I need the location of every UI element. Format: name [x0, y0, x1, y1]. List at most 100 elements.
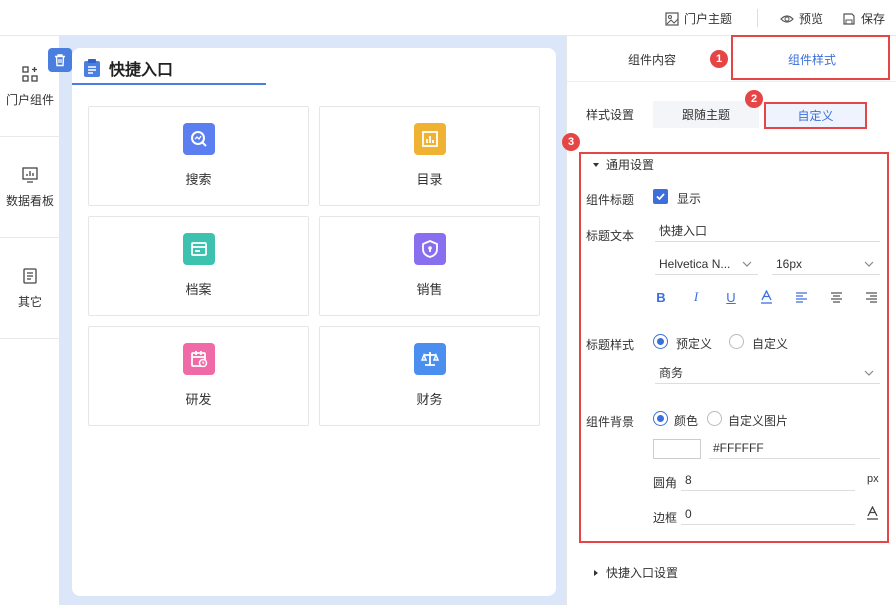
- predefined-label: 预定义: [676, 337, 713, 351]
- custom-style-option[interactable]: 自定义: [764, 102, 867, 129]
- design-canvas: 快捷入口 搜索 目录 档案 销售 研发 财务: [60, 36, 566, 605]
- show-label: 显示: [677, 192, 702, 206]
- underline-icon[interactable]: U: [723, 289, 739, 305]
- tab-label: 组件内容: [627, 52, 676, 67]
- delete-widget-button[interactable]: [48, 48, 72, 72]
- sidebar-item-label: 门户组件: [5, 93, 54, 107]
- font-family-select[interactable]: Helvetica N...: [655, 253, 758, 275]
- title-text-input[interactable]: 快捷入口: [655, 220, 880, 242]
- title-style-label: 标题样式: [586, 338, 635, 352]
- italic-icon[interactable]: I: [688, 289, 704, 305]
- chart-icon: [413, 123, 446, 155]
- style-setting-label: 样式设置: [586, 108, 635, 122]
- bold-icon[interactable]: B: [653, 289, 669, 305]
- widget-title: 快捷入口: [109, 62, 174, 79]
- search-icon: [182, 123, 215, 155]
- predefined-radio[interactable]: [653, 334, 668, 349]
- tile-label: 目录: [416, 172, 443, 187]
- trash-icon: [55, 54, 65, 67]
- annotation-badge-1: 1: [710, 50, 728, 68]
- chevron-down-icon: [864, 370, 874, 376]
- theme-icon: [665, 11, 679, 26]
- annotation-box-1: [731, 35, 890, 80]
- radius-label: 圆角: [653, 476, 678, 490]
- tile-sales[interactable]: 销售: [319, 216, 540, 316]
- eye-icon: [780, 14, 794, 23]
- sidebar-item-label: 数据看板: [5, 194, 54, 208]
- radius-input[interactable]: 8: [681, 469, 855, 491]
- color-hex-input[interactable]: #FFFFFF: [709, 437, 880, 459]
- properties-panel: 组件内容 组件样式 1 样式设置 跟随主题 自定义 2 3 通用设置 组件标题 …: [562, 35, 896, 605]
- radius-unit: px: [867, 473, 879, 485]
- chevron-down-icon: [864, 261, 874, 267]
- custom-label: 自定义: [797, 109, 834, 123]
- save-button[interactable]: 保存: [842, 10, 885, 27]
- components-icon: [22, 66, 38, 82]
- general-settings-header[interactable]: 通用设置: [592, 156, 654, 173]
- align-right-icon[interactable]: [863, 289, 879, 305]
- style-preset-value: 商务: [659, 366, 684, 380]
- font-color-icon[interactable]: [758, 289, 774, 305]
- bg-color-label: 颜色: [674, 414, 699, 428]
- widget-header: 快捷入口: [83, 56, 173, 80]
- font-family-value: Helvetica N...: [659, 256, 731, 271]
- tile-archive[interactable]: 档案: [88, 216, 309, 316]
- font-size-value: 16px: [776, 256, 803, 271]
- component-bg-label: 组件背景: [586, 415, 635, 429]
- bg-image-radio[interactable]: [707, 411, 722, 426]
- align-left-icon[interactable]: [793, 289, 809, 305]
- chevron-down-icon: [742, 261, 752, 267]
- left-sidebar: 门户组件 数据看板 其它: [0, 36, 60, 605]
- sidebar-item-other[interactable]: 其它: [0, 238, 60, 339]
- title-text-value: 快捷入口: [659, 224, 708, 238]
- font-size-select[interactable]: 16px: [772, 253, 880, 275]
- dashboard-icon: [22, 167, 38, 183]
- bg-image-label: 自定义图片: [728, 414, 789, 428]
- border-label: 边框: [653, 511, 678, 525]
- title-text-label: 标题文本: [586, 229, 635, 243]
- toolbar-divider: [757, 9, 758, 27]
- card-icon: [182, 233, 215, 265]
- tab-component-content[interactable]: 组件内容: [577, 36, 727, 82]
- tile-rnd[interactable]: 研发: [88, 326, 309, 426]
- tile-label: 研发: [185, 392, 212, 407]
- component-title-label: 组件标题: [586, 193, 635, 207]
- border-value: 0: [685, 506, 692, 521]
- radius-value: 8: [685, 472, 692, 487]
- border-input[interactable]: 0: [681, 503, 855, 525]
- caret-right-icon: [594, 569, 598, 576]
- tile-label: 档案: [185, 282, 212, 297]
- tile-catalog[interactable]: 目录: [319, 106, 540, 206]
- quick-entry-settings-header[interactable]: 快捷入口设置: [592, 564, 678, 581]
- annotation-badge-2: 2: [745, 90, 763, 108]
- follow-theme-label: 跟随主题: [681, 108, 730, 122]
- calendar-icon: [182, 343, 215, 375]
- portal-theme-label: 门户主题: [684, 12, 733, 26]
- save-label: 保存: [861, 12, 886, 26]
- border-color-icon[interactable]: [866, 505, 879, 523]
- bg-color-radio[interactable]: [653, 411, 668, 426]
- preview-button[interactable]: 预览: [780, 10, 823, 27]
- follow-theme-option[interactable]: 跟随主题: [653, 101, 759, 128]
- align-center-icon[interactable]: [828, 289, 844, 305]
- clipboard-icon: [84, 59, 100, 77]
- title-underline: [72, 83, 266, 85]
- scale-icon: [413, 343, 446, 375]
- sidebar-item-data-dashboard[interactable]: 数据看板: [0, 137, 60, 238]
- shield-icon: [413, 233, 446, 265]
- custom-style-radio[interactable]: [729, 334, 744, 349]
- save-icon: [843, 12, 855, 25]
- preview-label: 预览: [799, 12, 824, 26]
- section-title: 快捷入口设置: [606, 566, 679, 580]
- tile-label: 销售: [416, 282, 443, 297]
- tile-search[interactable]: 搜索: [88, 106, 309, 206]
- show-title-checkbox[interactable]: [653, 189, 668, 204]
- style-preset-select[interactable]: 商务: [655, 362, 880, 384]
- annotation-badge-3: 3: [562, 133, 580, 151]
- top-toolbar: 门户主题 预览 保存: [0, 0, 896, 36]
- color-swatch[interactable]: [653, 439, 701, 459]
- tile-finance[interactable]: 财务: [319, 326, 540, 426]
- portal-theme-button[interactable]: 门户主题: [665, 10, 732, 27]
- tile-label: 财务: [416, 392, 443, 407]
- quick-entry-widget[interactable]: 快捷入口 搜索 目录 档案 销售 研发 财务: [72, 48, 556, 596]
